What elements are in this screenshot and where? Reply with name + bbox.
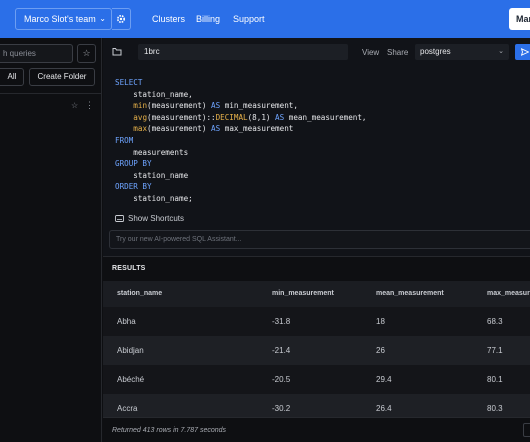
table-cell: -21.4 (272, 346, 291, 355)
show-shortcuts-button[interactable]: Show Shortcuts (115, 214, 184, 223)
column-header[interactable]: min_measurement (272, 290, 334, 297)
table-cell: 80.1 (487, 375, 503, 384)
table-cell: 26 (376, 346, 385, 355)
nav-support[interactable]: Support (233, 14, 265, 24)
team-name: Marco Slot's team (24, 14, 96, 24)
saved-queries-panel: h queries ☆ All Create Folder ☆ ⋮ (0, 38, 102, 442)
column-header[interactable]: max_measurement (487, 290, 530, 297)
database-name: postgres (420, 47, 451, 56)
database-select[interactable]: postgres ⌄ (415, 44, 509, 60)
send-icon (521, 48, 529, 56)
table-cell: -31.8 (272, 317, 291, 326)
editor-toolbar: 1brc View Share postgres ⌄ (103, 38, 530, 66)
code-line: station_name; (115, 193, 193, 203)
star-icon: ☆ (82, 48, 91, 58)
ai-assistant-input[interactable]: Try our new AI-powered SQL Assistant... (109, 230, 530, 249)
code-line: SELECT (115, 78, 143, 87)
table-cell: -30.2 (272, 404, 291, 413)
code-line: min(measurement) AS min_measurement, (133, 101, 298, 111)
folder-icon[interactable] (112, 47, 122, 56)
shortcuts-label: Show Shortcuts (128, 214, 185, 223)
divider (0, 93, 102, 94)
table-cell: 18 (376, 317, 385, 326)
table-cell: Abidjan (117, 346, 144, 355)
table-cell: Abéché (117, 375, 145, 384)
code-line: station_name, (115, 89, 193, 99)
keyboard-icon (115, 215, 124, 222)
sql-editor: 1brc View Share postgres ⌄ SELECT statio… (103, 38, 530, 260)
table-cell: -20.5 (272, 375, 291, 384)
table-cell: 80.3 (487, 404, 503, 413)
favorite-star-icon[interactable]: ☆ (71, 101, 78, 110)
share-button[interactable]: Share (387, 48, 408, 57)
account-menu-button[interactable]: Mar (509, 8, 530, 30)
chevron-down-icon: ⌄ (99, 14, 106, 23)
table-row: Abha -31.8 18 68.3 (103, 307, 530, 336)
table-cell: 26.4 (376, 404, 392, 413)
code-line: station_name (115, 170, 189, 180)
gear-icon (116, 14, 126, 24)
nav-billing[interactable]: Billing (196, 14, 220, 24)
more-options-icon[interactable]: ⋮ (85, 100, 94, 111)
code-line: FROM (115, 135, 134, 145)
favorites-filter-button[interactable]: ☆ (77, 44, 96, 63)
results-table-header: station_name min_measurement mean_measur… (103, 281, 530, 307)
team-settings-button[interactable] (112, 8, 131, 30)
code-line: GROUP BY (115, 159, 152, 169)
table-cell: 29.4 (376, 375, 392, 384)
nav-clusters[interactable]: Clusters (152, 14, 185, 24)
table-cell: Abha (117, 317, 136, 326)
column-header[interactable]: mean_measurement (376, 290, 444, 297)
table-row: Abéché -20.5 29.4 80.1 (103, 365, 530, 394)
query-name-input[interactable]: 1brc (138, 44, 348, 60)
table-cell: 77.1 (487, 346, 503, 355)
column-header[interactable]: station_name (117, 290, 162, 297)
sql-code-area[interactable]: SELECT station_name, min(measurement) AS… (115, 77, 367, 205)
search-queries-input[interactable]: h queries (0, 44, 73, 63)
table-cell: 68.3 (487, 317, 503, 326)
table-row: Abidjan -21.4 26 77.1 (103, 336, 530, 365)
code-line: measurements (115, 147, 189, 157)
code-line: max(measurement) AS max_measurement (133, 124, 294, 134)
create-folder-button[interactable]: Create Folder (29, 68, 95, 86)
export-button[interactable] (523, 423, 530, 437)
results-summary: Returned 413 rows in 7.787 seconds (112, 427, 227, 434)
team-selector[interactable]: Marco Slot's team ⌄ (15, 8, 112, 30)
results-panel: RESULTS station_name min_measurement mea… (103, 257, 530, 442)
code-line: avg(measurement)::DECIMAL(8,1) AS mean_m… (133, 112, 367, 122)
top-navigation-bar: Marco Slot's team ⌄ Clusters Billing Sup… (0, 0, 530, 38)
view-button[interactable]: View (362, 48, 379, 57)
results-footer: Returned 413 rows in 7.787 seconds (103, 417, 530, 442)
table-cell: Accra (117, 404, 138, 413)
results-title: RESULTS (112, 265, 146, 272)
code-line: ORDER BY (115, 182, 152, 192)
run-query-button[interactable] (515, 44, 530, 60)
chevron-down-icon: ⌄ (498, 48, 504, 55)
all-queries-button[interactable]: All (0, 68, 24, 86)
